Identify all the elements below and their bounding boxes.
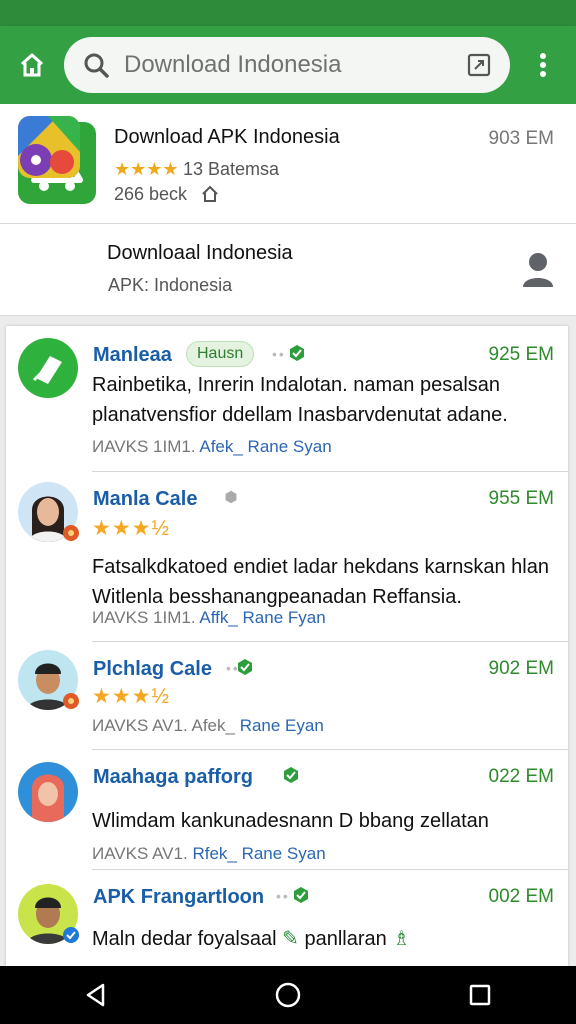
desc-tail: panllaran (304, 928, 387, 950)
status-bar (0, 0, 576, 26)
recents-square-icon (469, 984, 491, 1006)
list-item[interactable]: Maahaga pafforg 022 EM Wlimdam kankunade… (6, 750, 568, 870)
separator-dots: •• (276, 888, 290, 904)
rating-stars: ★★★½ (92, 685, 170, 708)
verified-badge-icon (294, 887, 308, 903)
user-icon[interactable] (522, 251, 554, 287)
system-nav-bar (0, 966, 576, 1024)
item-description: Wlimdam kankunadesnann D bbang zellatan (92, 810, 489, 832)
item-meta: ИAVKS AV1. Rfek_ Rane Syan (92, 844, 326, 864)
app-bar: Download Indonesia (0, 26, 576, 104)
external-link-icon[interactable] (466, 52, 492, 78)
document-icon (32, 356, 62, 384)
home-nav-button[interactable] (258, 966, 318, 1024)
person-avatar-icon (32, 774, 64, 822)
app-list: Manleaa Hausn •• 925 EM Rainbetika, Inre… (6, 326, 568, 966)
item-name: Maahaga pafforg (93, 766, 254, 788)
verified-badge-icon (238, 659, 252, 675)
leaf-icon: ✎ (282, 928, 299, 950)
item-size: 955 EM (488, 488, 554, 509)
list-item[interactable]: Manla Cale 955 EM ★★★½ Fatsalkdkatoed en… (6, 472, 568, 642)
back-triangle-icon (86, 983, 105, 1007)
home-icon (20, 53, 44, 77)
meta-link[interactable]: Rane Eyan (240, 716, 324, 735)
rating-stars: ★★★★ (114, 159, 179, 179)
shield-icon (225, 490, 237, 504)
home-small-icon (202, 185, 218, 202)
recents-button[interactable] (450, 966, 510, 1024)
featured-app-row[interactable]: Download APK Indonesia ★★★★ 13 Batemsa 2… (0, 104, 576, 224)
item-meta: ИAVKS AV1. Afek_ Rane Eyan (92, 716, 324, 736)
verified-badge-icon (284, 767, 298, 783)
item-description: Rainbetika, Inrerin Indalotan. naman pes… (92, 374, 508, 426)
meta-text: ИAVKS AV1. (92, 844, 188, 863)
item-meta: ИAVKS 1IM1. Affk_ Rane Fyan (92, 608, 326, 628)
item-size: 902 EM (488, 658, 554, 679)
verified-user-badge-icon (63, 927, 79, 943)
item-name: Plchlag Cale (93, 658, 212, 680)
item-name: Manleaa (93, 344, 172, 366)
palette-icon (18, 116, 80, 178)
award-badge-icon (63, 693, 79, 709)
separator-dots: •• (272, 346, 286, 362)
featured-app-title-2: Downloaal Indonesia (107, 242, 293, 264)
item-size: 022 EM (488, 766, 554, 787)
rating-text: 13 Batemsa (183, 159, 280, 179)
item-size: 002 EM (488, 886, 554, 907)
item-size: 925 EM (488, 344, 554, 365)
featured-app-title: Download APK Indonesia (114, 126, 340, 148)
home-circle-icon (275, 982, 301, 1008)
meta-text: ИAVKS 1IM1. (92, 437, 196, 456)
list-item[interactable]: Plchlag Cale •• 902 EM ★★★½ ИAVKS AV1. A… (6, 642, 568, 750)
item-name: APK Frangartloon (93, 886, 265, 908)
award-badge-icon (63, 525, 79, 541)
featured-section: Download APK Indonesia ★★★★ 13 Batemsa 2… (0, 104, 576, 316)
item-name: Manla Cale (93, 488, 198, 510)
app-size: 903 EM (488, 128, 554, 149)
overflow-menu-button[interactable] (510, 26, 576, 104)
featured-app-subtitle-2: APK: Indonesia (108, 275, 233, 295)
item-description: Fatsalkdkatoed endiet ladar hekdans karn… (92, 556, 549, 608)
item-description: Maln dedar foyalsaal ✎ panllaran ♗ (92, 924, 552, 954)
featured-app-row-2[interactable]: Downloaal Indonesia APK: Indonesia (0, 116, 576, 316)
item-tag: Hausn (186, 341, 255, 367)
rating-stars: ★★★½ (92, 517, 170, 540)
search-input[interactable]: Download Indonesia (124, 51, 466, 79)
list-item[interactable]: Manleaa Hausn •• 925 EM Rainbetika, Inre… (6, 326, 568, 472)
search-icon (84, 53, 109, 78)
search-bar[interactable]: Download Indonesia (64, 37, 510, 93)
app-icon-colorful (18, 116, 80, 178)
home-button[interactable] (0, 26, 64, 104)
verified-badge-icon (290, 345, 304, 361)
meta-link[interactable]: Affk_ Rane Fyan (199, 608, 325, 627)
meta-link[interactable]: Afek_ Rane Syan (199, 437, 331, 456)
back-button[interactable] (66, 966, 126, 1024)
avatar (18, 338, 78, 398)
download-count: 266 beck (114, 184, 188, 204)
meta-link[interactable]: Rfek_ Rane Syan (192, 844, 325, 863)
desc-text: Maln dedar foyalsaal (92, 928, 277, 950)
meta-text: ИAVKS 1IM1. (92, 608, 196, 627)
item-meta: ИAVKS 1IM1. Afek_ Rane Syan (92, 437, 332, 457)
more-vert-icon (540, 53, 546, 77)
meta-text: ИAVKS AV1. Afek_ (92, 716, 235, 735)
bottle-icon: ♗ (392, 928, 411, 950)
avatar (18, 762, 78, 822)
list-item[interactable]: APK Frangartloon •• 002 EM Maln dedar fo… (6, 870, 568, 966)
